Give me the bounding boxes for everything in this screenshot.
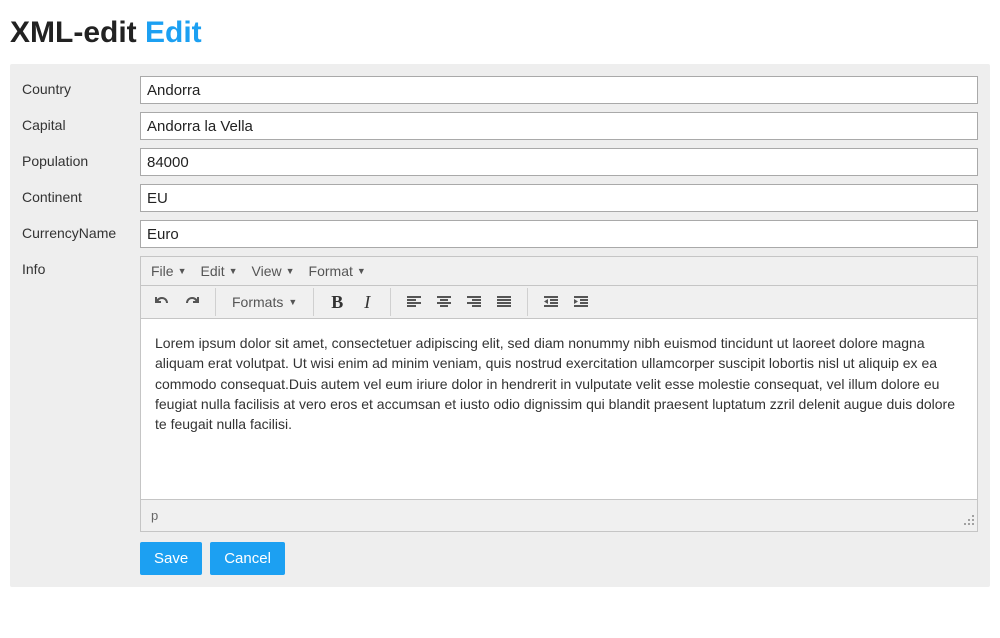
form-actions: Save Cancel [140,542,978,575]
align-center-icon [436,294,452,310]
editor-menubar: File ▼ Edit ▼ View ▼ Format ▼ [141,257,977,286]
formats-label: Formats [232,294,283,310]
caret-down-icon: ▼ [286,266,295,276]
align-right-icon [466,294,482,310]
toolbar-separator [527,288,528,316]
label-country: Country [22,76,140,97]
undo-icon [154,294,170,310]
label-info: Info [22,256,140,277]
input-continent[interactable] [140,184,978,212]
menu-edit-label: Edit [200,263,224,279]
save-button[interactable]: Save [140,542,202,575]
caret-down-icon: ▼ [288,297,297,307]
align-left-button[interactable] [399,287,429,317]
page-title-accent: Edit [145,16,202,49]
align-left-icon [406,294,422,310]
menu-format-label: Format [309,263,353,279]
bold-icon: B [331,292,343,313]
resize-handle-icon[interactable] [963,514,975,529]
input-population[interactable] [140,148,978,176]
row-continent: Continent [22,184,978,212]
redo-button[interactable] [177,287,207,317]
align-justify-icon [496,294,512,310]
bold-button[interactable]: B [322,287,352,317]
align-right-button[interactable] [459,287,489,317]
caret-down-icon: ▼ [357,266,366,276]
formats-dropdown[interactable]: Formats ▼ [224,288,305,316]
menu-view[interactable]: View ▼ [252,263,295,279]
italic-icon: I [364,292,370,313]
indent-button[interactable] [566,287,596,317]
row-population: Population [22,148,978,176]
toolbar-separator [390,288,391,316]
row-info: Info File ▼ Edit ▼ View ▼ Format ▼ [22,256,978,532]
menu-file[interactable]: File ▼ [151,263,186,279]
cancel-button[interactable]: Cancel [210,542,285,575]
page-title-prefix: XML-edit [10,16,137,49]
align-center-button[interactable] [429,287,459,317]
label-currency: CurrencyName [22,220,140,241]
caret-down-icon: ▼ [178,266,187,276]
page-title: XML-edit Edit [10,16,990,50]
input-currency[interactable] [140,220,978,248]
input-capital[interactable] [140,112,978,140]
toolbar-separator [215,288,216,316]
label-capital: Capital [22,112,140,133]
redo-icon [184,294,200,310]
italic-button[interactable]: I [352,287,382,317]
menu-file-label: File [151,263,174,279]
editor-path[interactable]: p [151,508,158,523]
row-capital: Capital [22,112,978,140]
editor-paragraph: Lorem ipsum dolor sit amet, consectetuer… [155,333,963,434]
align-justify-button[interactable] [489,287,519,317]
row-country: Country [22,76,978,104]
menu-format[interactable]: Format ▼ [309,263,366,279]
rich-text-editor: File ▼ Edit ▼ View ▼ Format ▼ [140,256,978,532]
label-continent: Continent [22,184,140,205]
indent-icon [573,294,589,310]
input-country[interactable] [140,76,978,104]
form-panel: Country Capital Population Continent Cur… [10,64,990,587]
editor-statusbar: p [141,499,977,531]
outdent-button[interactable] [536,287,566,317]
label-population: Population [22,148,140,169]
caret-down-icon: ▼ [229,266,238,276]
menu-view-label: View [252,263,282,279]
outdent-icon [543,294,559,310]
undo-button[interactable] [147,287,177,317]
menu-edit[interactable]: Edit ▼ [200,263,237,279]
row-currency: CurrencyName [22,220,978,248]
editor-toolbar: Formats ▼ B I [141,286,977,319]
toolbar-separator [313,288,314,316]
editor-body[interactable]: Lorem ipsum dolor sit amet, consectetuer… [141,319,977,499]
